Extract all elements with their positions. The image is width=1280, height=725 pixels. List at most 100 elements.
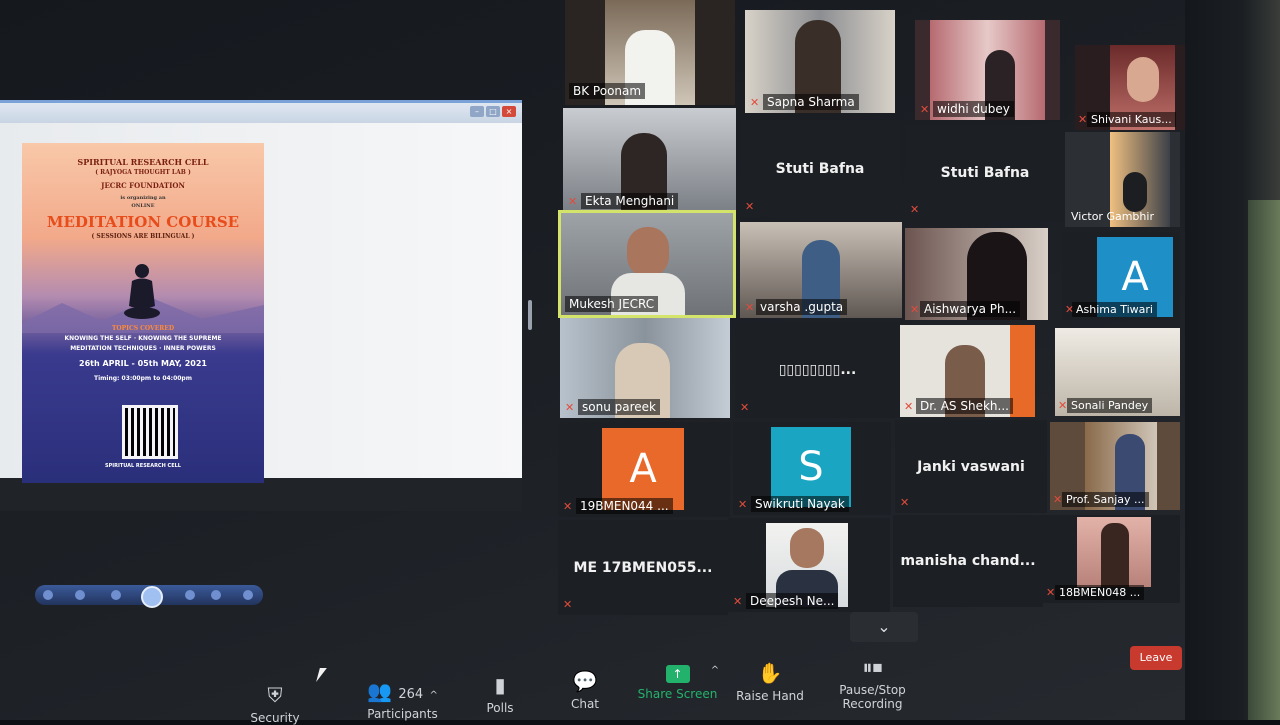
participant-tile[interactable]: ME 17BMEN055... ✕ <box>558 520 728 615</box>
muted-mic-icon: ✕ <box>740 401 750 414</box>
participant-name: Swikruti Nayak <box>751 496 849 512</box>
participant-name: widhi dubey <box>933 101 1014 117</box>
background-wall <box>1248 200 1280 720</box>
prev-page-icon[interactable] <box>43 590 53 600</box>
participant-tile[interactable]: Stuti Bafna ✕ <box>905 125 1065 220</box>
participant-tile[interactable]: ✕ Sonali Pandey <box>1055 328 1180 416</box>
poster-lab: ( RAJYOGA THOUGHT LAB ) <box>95 169 191 176</box>
poster-timing: Timing: 03:00pm to 04:00pm <box>94 375 192 382</box>
video-feed <box>1010 325 1035 417</box>
muted-mic-icon: ✕ <box>904 400 914 413</box>
nav-dot-icon[interactable] <box>185 590 195 600</box>
participant-name: Sonali Pandey <box>1067 398 1153 413</box>
bar-chart-icon: ▮ <box>494 673 506 697</box>
participants-button[interactable]: 👥 264 ^ Participants <box>345 679 460 721</box>
muted-mic-icon: ✕ <box>733 595 743 608</box>
maximize-icon[interactable]: □ <box>486 106 500 117</box>
poster-course-title: MEDITATION COURSE <box>46 213 240 231</box>
muted-mic-icon: ✕ <box>910 203 920 216</box>
meditating-figure-icon <box>124 264 160 319</box>
participant-name-center: Stuti Bafna <box>940 164 1030 181</box>
poster-footer: SPIRITUAL RESEARCH CELL <box>104 463 181 469</box>
poster-online: ONLINE <box>131 203 155 209</box>
participant-tile[interactable]: ✕ sonu pareek <box>560 318 730 418</box>
meditation-poster: SPIRITUAL RESEARCH CELL ( RAJYOGA THOUGH… <box>22 143 264 483</box>
security-label: Security <box>250 711 300 725</box>
chevron-down-icon[interactable]: ⌄ <box>850 612 918 642</box>
participant-tile[interactable]: ✕ widhi dubey <box>915 20 1060 120</box>
person-face <box>790 528 824 568</box>
participant-name: Deepesh Ne... <box>746 593 839 609</box>
shared-screen-window: – □ × SPIRITUAL RESEARCH CELL ( RAJYOGA … <box>0 100 522 608</box>
participant-tile[interactable]: Janki vaswani ✕ <box>895 420 1047 513</box>
participant-tile[interactable]: A ✕ 19BMEN044 ... <box>558 422 730 517</box>
participant-tile[interactable]: ✕ Deepesh Ne... <box>728 518 890 612</box>
participant-name: BK Poonam <box>569 83 646 99</box>
poster-foundation: JECRC FOUNDATION <box>101 181 185 190</box>
poster-topics-heading: TOPICS COVERED <box>111 325 175 332</box>
muted-mic-icon: ✕ <box>738 498 748 511</box>
poster-organizing: is organizing an <box>120 195 166 201</box>
meeting-screen: – □ × SPIRITUAL RESEARCH CELL ( RAJYOGA … <box>0 0 1195 725</box>
participant-tile[interactable]: ✕ Prof. Sanjay ... <box>1050 422 1180 510</box>
participant-tile[interactable]: ✕ Aishwarya Ph... <box>905 228 1048 320</box>
person-silhouette <box>1123 172 1147 212</box>
participant-name: 18BMEN048 ... <box>1055 585 1145 600</box>
participant-name: Victor Gambhir <box>1071 210 1154 223</box>
leave-button[interactable]: Leave <box>1130 646 1182 670</box>
participant-tile[interactable]: Stuti Bafna ✕ <box>740 120 900 217</box>
raise-hand-label: Raise Hand <box>736 689 804 703</box>
share-options-caret-icon[interactable]: ^ <box>708 665 722 676</box>
participant-tile[interactable]: BK Poonam <box>565 0 735 105</box>
participant-name: Ashima Tiwari <box>1072 302 1157 317</box>
participant-tile[interactable]: ✕ Sapna Sharma <box>745 10 895 113</box>
chat-label: Chat <box>570 697 600 711</box>
polls-button[interactable]: ▮ Polls <box>475 673 525 715</box>
recording-button[interactable]: ⏸⏹ Pause/Stop Recording <box>815 655 930 711</box>
participant-tile[interactable]: ▯▯▯▯▯▯▯▯... ✕ <box>735 322 900 418</box>
participant-name: Aishwarya Ph... <box>920 301 1021 317</box>
participant-name: 19BMEN044 ... <box>576 498 673 514</box>
participant-tile[interactable]: ✕ 18BMEN048 ... <box>1043 515 1180 603</box>
muted-mic-icon: ✕ <box>565 401 575 414</box>
security-button[interactable]: ⛨ Security <box>240 683 310 725</box>
nav-dot-icon[interactable] <box>75 590 85 600</box>
participant-name-center: manisha chand... <box>900 553 1036 569</box>
caret-up-icon[interactable]: ^ <box>430 690 438 701</box>
hand-icon: ✋ <box>757 661 783 685</box>
participant-name: Mukesh JECRC <box>565 296 659 312</box>
participants-icon: 👥 264 ^ <box>367 679 438 703</box>
nav-dot-icon[interactable] <box>111 590 121 600</box>
participant-tile[interactable]: S ✕ Swikruti Nayak <box>733 422 891 515</box>
participant-count: 264 <box>398 687 424 702</box>
shield-icon: ⛨ <box>267 683 283 707</box>
participant-tile[interactable]: ✕ varsha .gupta <box>740 222 902 318</box>
participant-tile[interactable]: A ✕ Ashima Tiwari <box>1062 232 1180 320</box>
participant-name-center: Stuti Bafna <box>775 160 865 177</box>
participant-tile[interactable]: Victor Gambhir <box>1065 132 1180 227</box>
participant-tile[interactable]: ✕ Dr. AS Shekh... <box>900 325 1035 417</box>
participant-tile[interactable]: ✕ Ekta Menghani <box>563 108 736 212</box>
person-face <box>627 227 669 277</box>
participant-name: Sapna Sharma <box>763 94 859 110</box>
close-viewer-icon[interactable] <box>243 590 253 600</box>
close-icon[interactable]: × <box>502 106 516 117</box>
participant-name: Dr. AS Shekh... <box>916 398 1013 414</box>
chat-button[interactable]: 💬 Chat <box>560 669 610 711</box>
participant-tile[interactable]: manisha chand... <box>893 515 1043 607</box>
minimize-icon[interactable]: – <box>470 106 484 117</box>
page-center-icon[interactable] <box>141 586 163 608</box>
recording-label: Pause/Stop Recording <box>839 683 906 711</box>
qr-code <box>122 405 178 459</box>
muted-mic-icon: ✕ <box>563 598 573 611</box>
participant-name: Prof. Sanjay ... <box>1062 492 1149 507</box>
poster-dates: 26th APRIL - 05th MAY, 2021 <box>79 359 207 368</box>
participant-tile[interactable]: ✕ Shivani Kaus... <box>1075 45 1185 130</box>
active-speaker-tile[interactable]: Mukesh JECRC <box>558 210 736 318</box>
raise-hand-button[interactable]: ✋ Raise Hand <box>730 661 810 703</box>
nav-dot-icon[interactable] <box>211 590 221 600</box>
split-divider-handle[interactable] <box>528 300 532 330</box>
document-pager[interactable] <box>35 585 263 608</box>
participant-name: Ekta Menghani <box>581 193 679 209</box>
polls-label: Polls <box>486 701 514 715</box>
